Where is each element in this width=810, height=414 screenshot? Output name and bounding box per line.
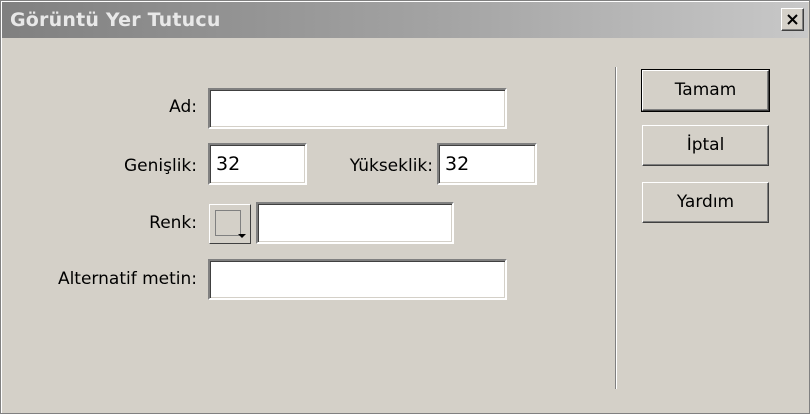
close-button[interactable]	[781, 8, 804, 31]
width-field[interactable]	[208, 143, 307, 185]
help-button[interactable]: Yardım	[642, 182, 769, 223]
ok-button[interactable]: Tamam	[641, 69, 770, 112]
color-swatch-preview	[215, 210, 241, 236]
name-label: Ad:	[169, 97, 197, 117]
color-field[interactable]	[256, 202, 454, 244]
width-label: Genişlik:	[123, 156, 197, 176]
color-picker-icon	[238, 234, 246, 238]
title-bar[interactable]: Görüntü Yer Tutucu	[2, 2, 808, 38]
name-field[interactable]	[208, 88, 507, 129]
cancel-button[interactable]: İptal	[642, 125, 769, 166]
height-field[interactable]	[437, 143, 537, 185]
alt-text-label: Alternatif metin:	[57, 269, 197, 289]
color-label: Renk:	[149, 213, 197, 233]
close-icon	[782, 14, 803, 25]
dialog-window: Görüntü Yer Tutucu Ad: Genişlik: Yüksekl…	[0, 0, 810, 414]
alt-text-field[interactable]	[208, 259, 507, 300]
vertical-divider	[615, 67, 616, 389]
height-label: Yükseklik:	[349, 156, 433, 176]
color-picker-button[interactable]	[209, 204, 251, 244]
window-title: Görüntü Yer Tutucu	[10, 9, 221, 31]
